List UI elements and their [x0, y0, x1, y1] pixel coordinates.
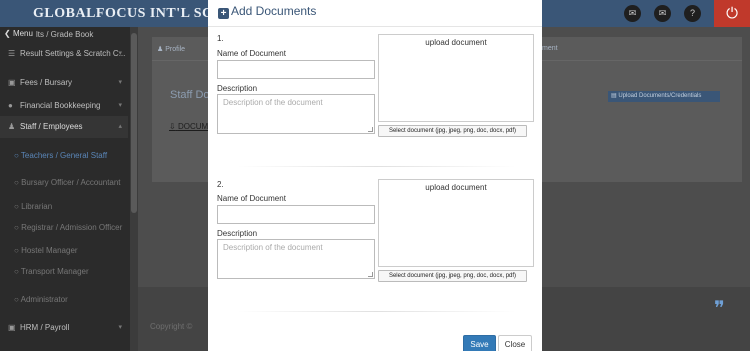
sidebar-item-hrm[interactable]: ▣ HRM / Payroll ▾ — [0, 317, 128, 339]
modal-header: + Add Documents — [208, 0, 542, 27]
sidebar-subitem-librarian[interactable]: ○ Librarian — [14, 202, 52, 211]
sidebar-item-label: Financial Bookkeeping — [20, 101, 101, 110]
document-name-input[interactable] — [217, 60, 375, 79]
chevron-down-icon: ▾ — [118, 102, 122, 109]
sidebar-scroll-thumb[interactable] — [131, 33, 137, 213]
circle-icon: ○ — [14, 267, 19, 276]
add-documents-modal: + Add Documents 1. Name of Document Descr… — [208, 0, 542, 351]
sidebar-item-label: Staff / Employees — [20, 122, 83, 131]
chevron-down-icon: ▾ — [118, 324, 122, 331]
money-icon: ▣ — [8, 78, 16, 87]
chevron-down-icon: ▾ — [118, 79, 122, 86]
documents-link-label: DOCUM — [177, 122, 209, 131]
sidebar-subitem-label: Bursary Officer / Accountant — [21, 178, 121, 187]
circle-icon: ○ — [14, 246, 19, 255]
name-label: Name of Document — [217, 49, 286, 58]
document-number: 2. — [217, 180, 224, 189]
arrow-down-icon: ⇩ — [169, 122, 176, 131]
document-name-input[interactable] — [217, 205, 375, 224]
modal-title-text: Add Documents — [231, 4, 317, 18]
document-description-input[interactable] — [217, 239, 375, 279]
save-button[interactable]: Save — [463, 335, 496, 351]
upload-title: upload document — [425, 38, 487, 47]
power-icon[interactable]: ⏻ — [714, 0, 750, 27]
user-icon: ♟ — [157, 46, 164, 53]
mail-icon[interactable]: ✉ — [624, 5, 641, 22]
chevron-down-icon: ▾ — [118, 50, 122, 57]
sidebar-subitem-registrar[interactable]: ○ Registrar / Admission Officer — [14, 223, 122, 232]
message-icon[interactable]: ✉ — [654, 5, 671, 22]
sidebar-subitem-teachers[interactable]: ○ Teachers / General Staff — [14, 151, 107, 160]
sidebar-item-staff[interactable]: ♟ Staff / Employees ▴ — [0, 116, 128, 138]
user-icon: ♟ — [8, 122, 16, 131]
documents-link[interactable]: ⇩ DOCUM — [169, 122, 208, 131]
select-document-button[interactable]: Select document (jpg, jpeg, png, doc, do… — [378, 125, 527, 137]
select-document-button[interactable]: Select document (jpg, jpeg, png, doc, do… — [378, 270, 527, 282]
tab-documents[interactable]: ment — [542, 45, 558, 52]
close-button[interactable]: Close — [498, 335, 532, 351]
sidebar-subitem-label: Librarian — [21, 202, 53, 211]
help-icon[interactable]: ? — [684, 5, 701, 22]
resize-handle[interactable] — [368, 127, 373, 132]
document-description-input[interactable] — [217, 94, 375, 134]
circle-icon: ○ — [14, 151, 19, 160]
list-icon: ☰ — [8, 49, 16, 58]
sidebar-subitem-label: Transport Manager — [20, 267, 89, 276]
divider — [236, 166, 516, 167]
tab-label: ment — [542, 45, 558, 52]
sidebar-item-label: Fees / Bursary — [20, 78, 73, 87]
tab-label: Profile — [165, 46, 186, 53]
resize-handle[interactable] — [368, 272, 373, 277]
sidebar-item-label: Result Settings & Scratch C... — [20, 49, 126, 58]
circle-icon: ○ — [14, 178, 19, 187]
upload-title: upload document — [425, 183, 487, 192]
description-label: Description — [217, 84, 258, 93]
upload-credentials-button[interactable]: ▤ Upload Documents/Credentials — [608, 91, 720, 102]
footer-copyright: Copyright © — [150, 322, 193, 331]
circle-icon: ○ — [14, 202, 19, 211]
sidebar-subitem-hostel[interactable]: ○ Hostel Manager — [14, 246, 78, 255]
pie-icon: ● — [8, 101, 13, 110]
circle-icon: ○ — [14, 295, 19, 304]
chat-icon[interactable]: ❞ — [714, 298, 740, 320]
tab-profile[interactable]: ♟ Profile — [157, 45, 185, 53]
circle-icon: ○ — [14, 223, 19, 232]
sidebar-subitem-bursary[interactable]: ○ Bursary Officer / Accountant — [14, 178, 121, 187]
sidebar-item-fees[interactable]: ▣ Fees / Bursary ▾ — [0, 72, 128, 94]
divider — [236, 311, 516, 312]
plus-icon: + — [218, 8, 229, 19]
description-label: Description — [217, 229, 258, 238]
upload-icon: ▤ — [611, 93, 617, 99]
modal-title: + Add Documents — [218, 4, 316, 19]
sidebar-subitem-administrator[interactable]: ○ Administrator — [14, 295, 68, 304]
chevron-up-icon: ▴ — [118, 123, 122, 130]
sidebar-subitem-label: Registrar / Admission Officer — [21, 223, 123, 232]
name-label: Name of Document — [217, 194, 286, 203]
sidebar-subitem-label: Administrator — [20, 295, 68, 304]
sidebar-item-bookkeeping[interactable]: ● Financial Bookkeeping ▾ — [0, 95, 128, 117]
sidebar-subitem-label: Teachers / General Staff — [20, 151, 108, 160]
upload-preview: upload document — [378, 179, 534, 267]
upload-preview: upload document — [378, 34, 534, 122]
document-number: 1. — [217, 34, 224, 43]
sidebar-item-label: HRM / Payroll — [20, 323, 70, 332]
sidebar-subitem-transport[interactable]: ○ Transport Manager — [14, 267, 89, 276]
sidebar-item-label: lts / Grade Book — [36, 30, 94, 39]
upload-credentials-label: Upload Documents/Credentials — [618, 93, 702, 99]
sidebar-subitem-label: Hostel Manager — [21, 246, 78, 255]
sidebar-item-result-settings[interactable]: ☰ Result Settings & Scratch C... ▾ — [0, 43, 128, 65]
money-icon: ▣ — [8, 323, 16, 332]
